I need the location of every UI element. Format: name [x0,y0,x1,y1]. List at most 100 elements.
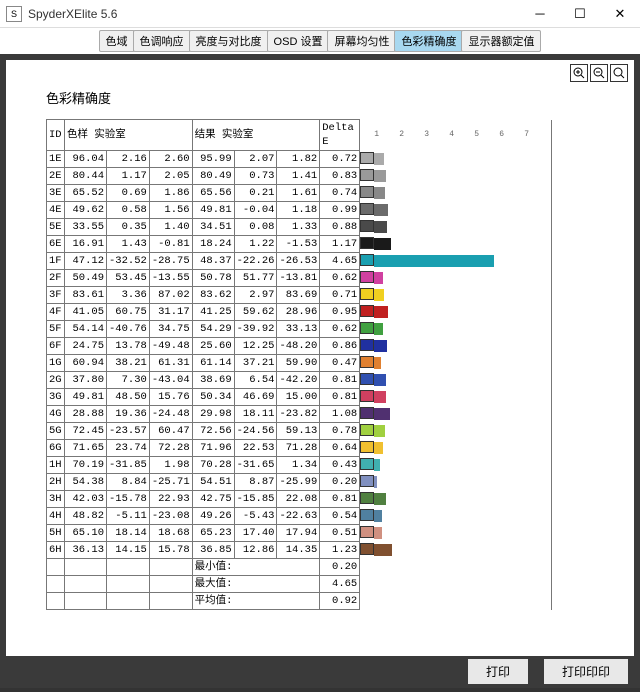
tab-4[interactable]: 屏幕均匀性 [327,30,396,52]
delta-bar [374,425,385,437]
color-swatch [360,441,374,453]
header-row: ID 色样 实验室 结果 实验室 Delta E 1234567 [47,120,552,151]
color-swatch [360,186,374,198]
minimize-button[interactable]: ─ [520,0,560,28]
tabbar: 色域色调响应亮度与对比度OSD 设置屏幕均匀性色彩精确度显示器额定值 [0,28,640,54]
color-swatch [360,509,374,521]
tab-5[interactable]: 色彩精确度 [394,30,463,52]
delta-bar [374,459,380,471]
footer-bar: 打印 打印印印 [468,659,628,684]
delta-bar [374,255,494,267]
accuracy-table: ID 色样 实验室 结果 实验室 Delta E 1234567 1E96.04… [46,119,552,610]
table-row: 1H70.19-31.851.9870.28-31.651.340.43 [47,457,552,474]
print-all-button[interactable]: 打印印印 [544,659,628,684]
color-swatch [360,271,374,283]
summary-row: 最小值:0.20 [47,559,552,576]
color-swatch [360,373,374,385]
delta-bar [374,272,383,284]
col-result: 结果 实验室 [192,120,320,151]
delta-bar [374,527,382,539]
color-swatch [360,305,374,317]
tab-1[interactable]: 色调响应 [133,30,191,52]
tab-0[interactable]: 色域 [99,30,135,52]
col-delta: Delta E [320,120,360,151]
color-swatch [360,407,374,419]
delta-bar [374,544,392,556]
color-swatch [360,543,374,555]
close-button[interactable]: ✕ [600,0,640,28]
color-swatch [360,356,374,368]
zoom-tools [570,64,628,82]
table-row: 5E33.550.351.4034.510.081.330.88 [47,219,552,236]
color-swatch [360,526,374,538]
color-swatch [360,220,374,232]
delta-bar [374,221,387,233]
tab-2[interactable]: 亮度与对比度 [189,30,269,52]
delta-bar [374,170,386,182]
color-swatch [360,169,374,181]
color-swatch [360,475,374,487]
color-swatch [360,152,374,164]
table-row: 3E65.520.691.8665.560.211.610.74 [47,185,552,202]
report-page: 色彩精确度 ID 色样 实验室 结果 实验室 Delta E 1234567 1… [6,60,634,656]
delta-bar [374,289,384,301]
titlebar: S SpyderXElite 5.6 ─ ☐ ✕ [0,0,640,28]
delta-bar [374,374,386,386]
color-swatch [360,322,374,334]
table-row: 6G71.6523.7472.2871.9622.5371.280.64 [47,440,552,457]
print-button[interactable]: 打印 [468,659,528,684]
color-swatch [360,390,374,402]
delta-bar [374,510,382,522]
table-row: 4G28.8819.36-24.4829.9818.11-23.821.08 [47,406,552,423]
zoom-fit-icon[interactable] [610,64,628,82]
delta-bar [374,493,386,505]
page-title: 色彩精确度 [46,88,594,107]
table-row: 4E49.620.581.5649.81-0.041.180.99 [47,202,552,219]
color-swatch [360,424,374,436]
delta-bar [374,391,386,403]
delta-bar [374,153,384,165]
color-swatch [360,203,374,215]
table-row: 3H42.03-15.7822.9342.75-15.8522.080.81 [47,491,552,508]
table-row: 2G37.807.30-43.0438.696.54-42.200.81 [47,372,552,389]
color-swatch [360,492,374,504]
maximize-button[interactable]: ☐ [560,0,600,28]
delta-bar [374,238,391,250]
color-swatch [360,288,374,300]
summary-row: 最大值:4.65 [47,576,552,593]
delta-bar [374,187,385,199]
app-icon: S [6,6,22,22]
delta-bar [374,408,390,420]
delta-bar [374,323,383,335]
delta-bar [374,476,377,488]
col-chart: 1234567 [360,120,552,151]
color-swatch [360,237,374,249]
content-area: 色彩精确度 ID 色样 实验室 结果 实验室 Delta E 1234567 1… [0,54,640,688]
table-row: 2F50.4953.45-13.5550.7851.77-13.810.62 [47,270,552,287]
table-row: 4H48.82-5.11-23.0849.26-5.43-22.630.54 [47,508,552,525]
delta-bar [374,340,387,352]
zoom-in-icon[interactable] [570,64,588,82]
table-row: 1G60.9438.2161.3161.1437.2159.900.47 [47,355,552,372]
col-id: ID [47,120,65,151]
zoom-out-icon[interactable] [590,64,608,82]
table-row: 6H36.1314.1515.7836.8512.8614.351.23 [47,542,552,559]
table-row: 5F54.14-40.7634.7554.29-39.9233.130.62 [47,321,552,338]
tab-3[interactable]: OSD 设置 [267,30,330,52]
table-row: 6E16.911.43-0.8118.241.22-1.531.17 [47,236,552,253]
summary-row: 平均值:0.92 [47,593,552,610]
delta-bar [374,442,383,454]
tab-6[interactable]: 显示器额定值 [461,30,541,52]
delta-bar [374,204,388,216]
table-row: 3F83.613.3687.0283.622.9783.690.71 [47,287,552,304]
table-row: 2H54.388.84-25.7154.518.87-25.990.20 [47,474,552,491]
delta-bar [374,306,388,318]
table-row: 5G72.45-23.5760.4772.56-24.5659.130.78 [47,423,552,440]
table-row: 6F24.7513.78-49.4825.6012.25-48.200.86 [47,338,552,355]
delta-bar [374,357,381,369]
table-row: 3G49.8148.5015.7650.3446.6915.000.81 [47,389,552,406]
table-row: 2E80.441.172.0580.490.731.410.83 [47,168,552,185]
col-sample: 色样 实验室 [65,120,193,151]
color-swatch [360,458,374,470]
window-title: SpyderXElite 5.6 [28,7,520,21]
